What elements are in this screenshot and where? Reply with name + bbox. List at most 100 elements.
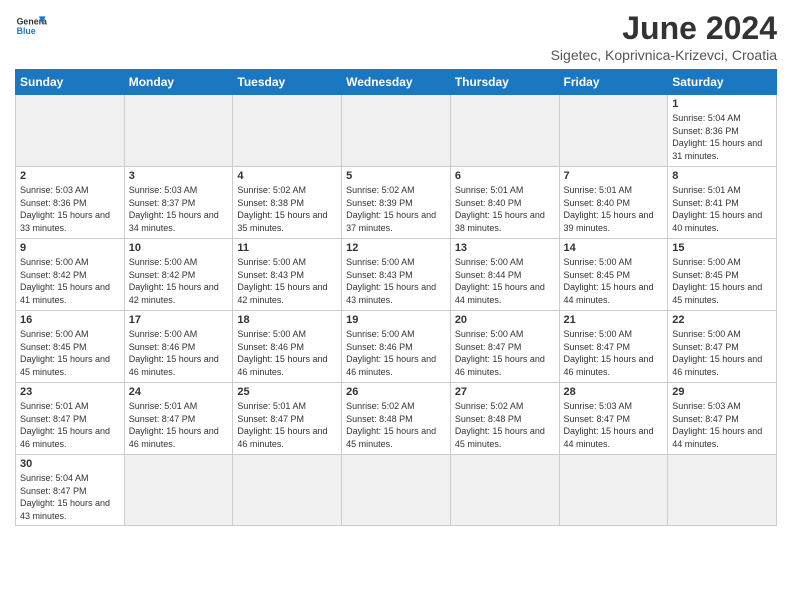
day-info: Sunrise: 5:00 AMSunset: 8:42 PMDaylight:…	[20, 256, 120, 306]
day-number: 18	[237, 314, 337, 326]
calendar-cell: 7Sunrise: 5:01 AMSunset: 8:40 PMDaylight…	[559, 167, 668, 239]
day-info: Sunrise: 5:02 AMSunset: 8:48 PMDaylight:…	[455, 400, 555, 450]
calendar-cell: 8Sunrise: 5:01 AMSunset: 8:41 PMDaylight…	[668, 167, 777, 239]
calendar-cell: 30 Sunrise: 5:04 AMSunset: 8:47 PMDayligh…	[16, 455, 125, 526]
calendar-cell	[559, 455, 668, 526]
header-day-thursday: Thursday	[450, 70, 559, 95]
day-info: Sunrise: 5:00 AMSunset: 8:44 PMDaylight:…	[455, 256, 555, 306]
calendar-cell	[342, 95, 451, 167]
day-info: Sunrise: 5:00 AMSunset: 8:45 PMDaylight:…	[564, 256, 664, 306]
month-title: June 2024	[551, 10, 777, 47]
calendar-cell: 4 Sunrise: 5:02 AMSunset: 8:38 PMDaylight…	[233, 167, 342, 239]
day-info: Sunrise: 5:00 AMSunset: 8:43 PMDaylight:…	[237, 256, 337, 306]
day-number: 21	[564, 314, 664, 326]
calendar-week-4: 23 Sunrise: 5:01 AMSunset: 8:47 PMDayligh…	[16, 383, 777, 455]
calendar-cell: 23 Sunrise: 5:01 AMSunset: 8:47 PMDayligh…	[16, 383, 125, 455]
day-info: Sunrise: 5:01 AMSunset: 8:47 PMDaylight:…	[237, 400, 337, 450]
day-number: 17	[129, 314, 229, 326]
calendar-cell: 15 Sunrise: 5:00 AMSunset: 8:45 PMDayligh…	[668, 239, 777, 311]
day-info: Sunrise: 5:02 AMSunset: 8:39 PMDaylight:…	[346, 184, 446, 234]
day-number: 14	[564, 242, 664, 254]
calendar-cell: 26 Sunrise: 5:02 AMSunset: 8:48 PMDayligh…	[342, 383, 451, 455]
day-info: Sunrise: 5:04 AMSunset: 8:47 PMDaylight:…	[20, 472, 120, 522]
day-info: Sunrise: 5:00 AMSunset: 8:42 PMDaylight:…	[129, 256, 229, 306]
header-day-tuesday: Tuesday	[233, 70, 342, 95]
day-info: Sunrise: 5:03 AMSunset: 8:47 PMDaylight:…	[564, 400, 664, 450]
svg-text:Blue: Blue	[17, 26, 36, 36]
page-header: General Blue June 2024 Sigetec, Koprivni…	[15, 10, 777, 63]
day-info: Sunrise: 5:03 AMSunset: 8:47 PMDaylight:…	[672, 400, 772, 450]
day-number: 4	[237, 170, 337, 182]
day-number: 22	[672, 314, 772, 326]
day-number: 3	[129, 170, 229, 182]
calendar-week-0: 1Sunrise: 5:04 AMSunset: 8:36 PMDaylight…	[16, 95, 777, 167]
calendar-cell: 3 Sunrise: 5:03 AMSunset: 8:37 PMDaylight…	[124, 167, 233, 239]
calendar-cell: 25 Sunrise: 5:01 AMSunset: 8:47 PMDayligh…	[233, 383, 342, 455]
generalblue-logo-icon: General Blue	[15, 10, 47, 42]
calendar-cell: 27 Sunrise: 5:02 AMSunset: 8:48 PMDayligh…	[450, 383, 559, 455]
calendar-cell: 2 Sunrise: 5:03 AMSunset: 8:36 PMDaylight…	[16, 167, 125, 239]
day-info: Sunrise: 5:00 AMSunset: 8:47 PMDaylight:…	[672, 328, 772, 378]
day-info: Sunrise: 5:00 AMSunset: 8:47 PMDaylight:…	[564, 328, 664, 378]
day-info: Sunrise: 5:01 AMSunset: 8:40 PMDaylight:…	[564, 184, 664, 234]
calendar-table: SundayMondayTuesdayWednesdayThursdayFrid…	[15, 69, 777, 526]
day-number: 6	[455, 170, 555, 182]
calendar-cell: 14 Sunrise: 5:00 AMSunset: 8:45 PMDayligh…	[559, 239, 668, 311]
day-number: 23	[20, 386, 120, 398]
header-day-sunday: Sunday	[16, 70, 125, 95]
day-number: 5	[346, 170, 446, 182]
day-number: 2	[20, 170, 120, 182]
calendar-cell: 19Sunrise: 5:00 AMSunset: 8:46 PMDayligh…	[342, 311, 451, 383]
day-number: 27	[455, 386, 555, 398]
calendar-header: SundayMondayTuesdayWednesdayThursdayFrid…	[16, 70, 777, 95]
title-block: June 2024 Sigetec, Koprivnica-Krizevci, …	[551, 10, 777, 63]
day-number: 13	[455, 242, 555, 254]
header-day-friday: Friday	[559, 70, 668, 95]
header-day-saturday: Saturday	[668, 70, 777, 95]
day-number: 16	[20, 314, 120, 326]
day-number: 9	[20, 242, 120, 254]
calendar-cell	[450, 95, 559, 167]
calendar-cell: 24Sunrise: 5:01 AMSunset: 8:47 PMDayligh…	[124, 383, 233, 455]
header-row: SundayMondayTuesdayWednesdayThursdayFrid…	[16, 70, 777, 95]
day-info: Sunrise: 5:00 AMSunset: 8:45 PMDaylight:…	[672, 256, 772, 306]
day-number: 25	[237, 386, 337, 398]
calendar-cell	[668, 455, 777, 526]
day-number: 15	[672, 242, 772, 254]
calendar-cell: 18Sunrise: 5:00 AMSunset: 8:46 PMDayligh…	[233, 311, 342, 383]
day-number: 11	[237, 242, 337, 254]
day-number: 8	[672, 170, 772, 182]
calendar-cell	[233, 95, 342, 167]
calendar-cell: 9 Sunrise: 5:00 AMSunset: 8:42 PMDaylight…	[16, 239, 125, 311]
calendar-cell	[16, 95, 125, 167]
calendar-cell	[124, 95, 233, 167]
calendar-cell	[559, 95, 668, 167]
day-number: 29	[672, 386, 772, 398]
calendar-cell	[342, 455, 451, 526]
day-info: Sunrise: 5:02 AMSunset: 8:48 PMDaylight:…	[346, 400, 446, 450]
calendar-cell: 17Sunrise: 5:00 AMSunset: 8:46 PMDayligh…	[124, 311, 233, 383]
calendar-cell: 28Sunrise: 5:03 AMSunset: 8:47 PMDayligh…	[559, 383, 668, 455]
calendar-cell: 16 Sunrise: 5:00 AMSunset: 8:45 PMDayligh…	[16, 311, 125, 383]
calendar-week-3: 16 Sunrise: 5:00 AMSunset: 8:45 PMDayligh…	[16, 311, 777, 383]
day-info: Sunrise: 5:02 AMSunset: 8:38 PMDaylight:…	[237, 184, 337, 234]
calendar-cell: 12Sunrise: 5:00 AMSunset: 8:43 PMDayligh…	[342, 239, 451, 311]
calendar-cell	[450, 455, 559, 526]
day-number: 20	[455, 314, 555, 326]
day-info: Sunrise: 5:03 AMSunset: 8:36 PMDaylight:…	[20, 184, 120, 234]
calendar-cell: 29 Sunrise: 5:03 AMSunset: 8:47 PMDayligh…	[668, 383, 777, 455]
calendar-cell	[124, 455, 233, 526]
calendar-cell: 1Sunrise: 5:04 AMSunset: 8:36 PMDaylight…	[668, 95, 777, 167]
day-info: Sunrise: 5:03 AMSunset: 8:37 PMDaylight:…	[129, 184, 229, 234]
calendar-cell: 6Sunrise: 5:01 AMSunset: 8:40 PMDaylight…	[450, 167, 559, 239]
day-number: 30	[20, 458, 120, 470]
calendar-cell: 21 Sunrise: 5:00 AMSunset: 8:47 PMDayligh…	[559, 311, 668, 383]
day-number: 26	[346, 386, 446, 398]
day-number: 10	[129, 242, 229, 254]
calendar-cell: 22 Sunrise: 5:00 AMSunset: 8:47 PMDayligh…	[668, 311, 777, 383]
day-info: Sunrise: 5:01 AMSunset: 8:47 PMDaylight:…	[20, 400, 120, 450]
day-info: Sunrise: 5:00 AMSunset: 8:45 PMDaylight:…	[20, 328, 120, 378]
day-number: 1	[672, 98, 772, 110]
calendar-cell: 10 Sunrise: 5:00 AMSunset: 8:42 PMDayligh…	[124, 239, 233, 311]
calendar-week-5: 30 Sunrise: 5:04 AMSunset: 8:47 PMDayligh…	[16, 455, 777, 526]
